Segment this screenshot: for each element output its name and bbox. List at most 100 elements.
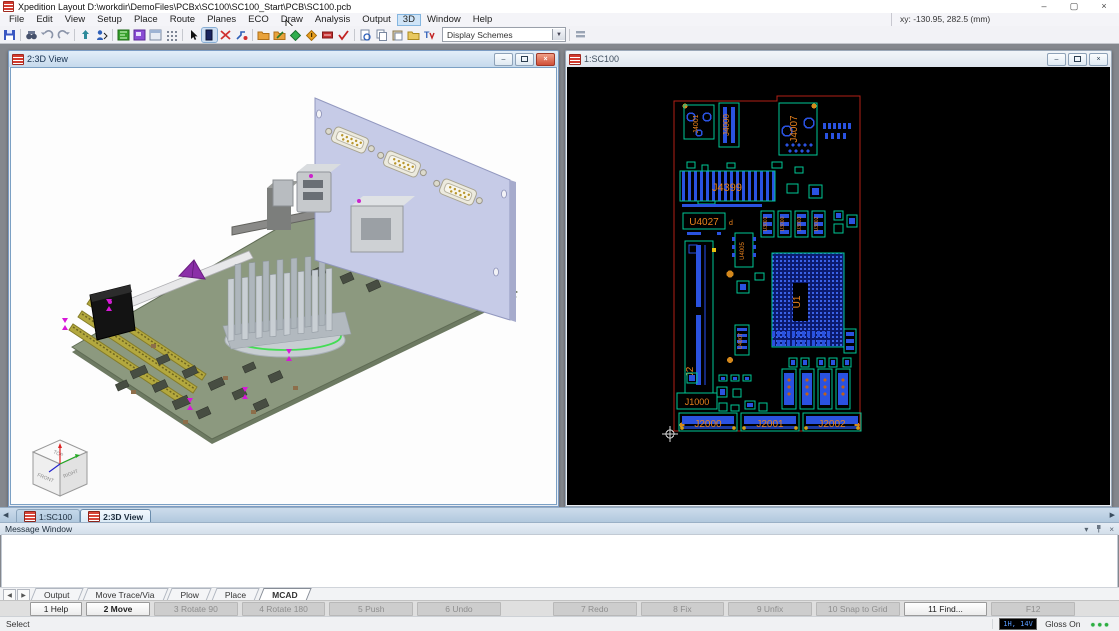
fkey-7-redo: 7 Redo: [553, 602, 637, 616]
layout-viewport[interactable]: J4001 J4000 J4007 J4399: [567, 67, 1110, 504]
menu-setup[interactable]: Setup: [91, 14, 128, 26]
board-display-icon[interactable]: [116, 28, 131, 42]
dock-menu-icon[interactable]: ▾: [1084, 525, 1088, 534]
fkey-4-rotate180: 4 Rotate 180: [242, 602, 326, 616]
minimize-button[interactable]: –: [1029, 0, 1059, 13]
fkey-8-fix: 8 Fix: [641, 602, 725, 616]
tab-scroll-left-icon[interactable]: ◀: [3, 511, 8, 519]
fiducial: [727, 271, 734, 278]
3d-restore-button[interactable]: [515, 53, 534, 66]
view-cube[interactable]: TOP FRONT RIGHT: [33, 440, 87, 496]
fkey-1-help[interactable]: 1 Help: [30, 602, 82, 616]
sc100-close-button[interactable]: ×: [1089, 53, 1108, 66]
3d-minimize-button[interactable]: –: [494, 53, 513, 66]
menu-eco[interactable]: ECO: [242, 14, 275, 26]
redo-icon[interactable]: [56, 28, 71, 42]
display-schemes-value: Display Schemes: [447, 30, 513, 40]
fkey-5-push: 5 Push: [329, 602, 413, 616]
purple-pyramid-marker: [179, 260, 205, 279]
menu-help[interactable]: Help: [467, 14, 499, 26]
message-window-content[interactable]: [1, 534, 1118, 589]
message-close-icon[interactable]: ×: [1109, 525, 1114, 534]
open-folder-icon[interactable]: [406, 28, 421, 42]
black-component: [90, 285, 135, 340]
3d-viewport[interactable]: TOP FRONT RIGHT: [11, 68, 558, 505]
refdes-u4027-pin: d: [729, 220, 733, 227]
menu-3d[interactable]: 3D: [397, 14, 421, 26]
refdes-u3000: U3000: [780, 216, 786, 231]
refdes-j4399: J4399: [712, 182, 742, 194]
online-drc-icon[interactable]: [288, 28, 303, 42]
3d-close-button[interactable]: ×: [536, 53, 555, 66]
pin-icon[interactable]: [1095, 524, 1102, 535]
menu-place[interactable]: Place: [128, 14, 164, 26]
3d-window-title: 2:3D View: [27, 54, 68, 64]
function-key-bar: 1 Help 2 Move 3 Rotate 90 4 Rotate 180 5…: [0, 600, 1119, 617]
menu-analysis[interactable]: Analysis: [309, 14, 356, 26]
3d-window-titlebar[interactable]: 2:3D View – ×: [9, 51, 558, 67]
menu-window[interactable]: Window: [421, 14, 467, 26]
refdes-j2002: J2002: [818, 419, 846, 430]
fkey-2-move[interactable]: 2 Move: [86, 602, 150, 616]
maximize-button[interactable]: ▢: [1059, 0, 1089, 13]
fkey-11-find[interactable]: 11 Find...: [904, 602, 988, 616]
sc100-window-titlebar[interactable]: 1:SC100 – ×: [566, 51, 1111, 67]
zoom-page-icon[interactable]: [358, 28, 373, 42]
tab-scroll-right-icon[interactable]: ▶: [1110, 511, 1115, 519]
fkey-10-snap: 10 Snap to Grid: [816, 602, 900, 616]
layers-icon: [24, 511, 36, 522]
refdes-u4027: U4027: [689, 217, 719, 228]
fkey-3-rotate90: 3 Rotate 90: [154, 602, 238, 616]
message-window-title: Message Window: [5, 524, 72, 534]
layer-display-indicator[interactable]: 1H, 14V: [999, 618, 1037, 630]
combo-dropdown-icon[interactable]: ▼: [552, 29, 565, 40]
hazards-icon[interactable]: [304, 28, 319, 42]
refdes-j2001: J2001: [756, 419, 784, 430]
sc100-maximize-button[interactable]: [1068, 53, 1087, 66]
menu-route[interactable]: Route: [164, 14, 201, 26]
review-drc-icon[interactable]: [336, 28, 351, 42]
refdes-u1: U1: [792, 295, 803, 308]
sc100-minimize-button[interactable]: –: [1047, 53, 1066, 66]
copy-icon[interactable]: [374, 28, 389, 42]
schemes-toggle-icon[interactable]: T: [422, 28, 437, 42]
place-part-icon[interactable]: [94, 28, 109, 42]
row-config-icon[interactable]: [573, 28, 588, 42]
library-icon[interactable]: [256, 28, 271, 42]
menu-file[interactable]: File: [3, 14, 30, 26]
raise-icon[interactable]: [78, 28, 93, 42]
select-arrow-icon[interactable]: [186, 28, 201, 42]
menu-edit[interactable]: Edit: [30, 14, 58, 26]
display-schemes-combo[interactable]: Display Schemes ▼: [442, 27, 566, 42]
plane-display-icon[interactable]: [132, 28, 147, 42]
main-toolbar: T Display Schemes ▼: [0, 26, 1119, 44]
no-drc-icon[interactable]: [218, 28, 233, 42]
svg-text:T: T: [424, 30, 430, 40]
gloss-indicator[interactable]: Gloss On: [1045, 619, 1080, 629]
fkey-9-unfix: 9 Unfix: [728, 602, 812, 616]
refdes-j4000: J4000: [722, 114, 731, 136]
menu-view[interactable]: View: [59, 14, 91, 26]
view-tab-strip: ◀ 1:SC100 2:3D View ▶: [0, 507, 1119, 523]
menu-draw[interactable]: Draw: [275, 14, 309, 26]
tab-sc100[interactable]: 1:SC100: [16, 509, 80, 523]
route-icon[interactable]: [234, 28, 249, 42]
layers-icon: [88, 511, 100, 522]
fkey-f12: F12: [991, 602, 1075, 616]
grid-icon[interactable]: [164, 28, 179, 42]
window-display-icon[interactable]: [148, 28, 163, 42]
xpedition-doc-icon: [569, 54, 581, 65]
draw-mode-icon[interactable]: [202, 28, 217, 42]
sc100-window-title: 1:SC100: [584, 54, 619, 64]
tab-3d-view[interactable]: 2:3D View: [80, 509, 151, 523]
close-button[interactable]: ×: [1089, 0, 1119, 13]
undo-icon[interactable]: [40, 28, 55, 42]
menu-output[interactable]: Output: [356, 14, 397, 26]
message-window-tabs: ◀ ▶ Output Move Trace/Via Plow Place MCA…: [0, 587, 1119, 601]
menu-planes[interactable]: Planes: [201, 14, 242, 26]
batch-drc-icon[interactable]: [320, 28, 335, 42]
edit-graphics-icon[interactable]: [272, 28, 287, 42]
paste-icon[interactable]: [390, 28, 405, 42]
find-icon[interactable]: [24, 28, 39, 42]
save-icon[interactable]: [2, 28, 17, 42]
